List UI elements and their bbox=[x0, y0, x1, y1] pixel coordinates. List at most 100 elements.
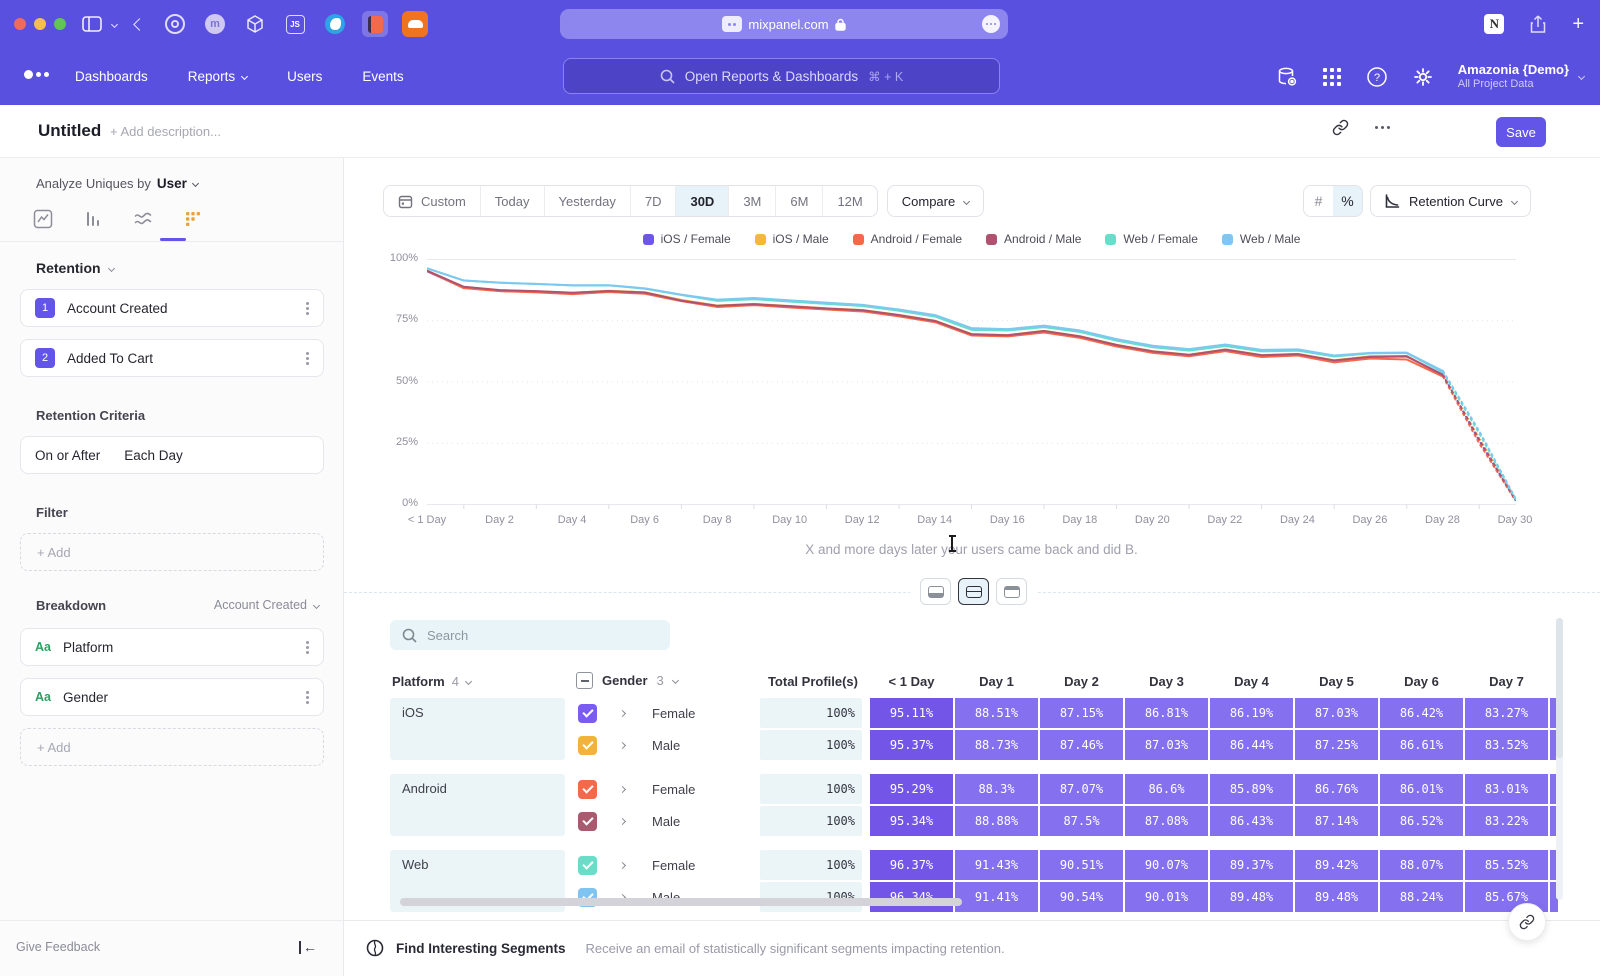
retention-cell[interactable]: 95.34% bbox=[870, 806, 953, 836]
retention-criteria-card[interactable]: On or After Each Day bbox=[20, 436, 324, 474]
retention-cell[interactable]: 86.61% bbox=[1380, 730, 1463, 760]
tab-insights-icon[interactable] bbox=[30, 206, 56, 232]
retention-cell[interactable]: 86.81% bbox=[1125, 698, 1208, 728]
retention-cell[interactable]: 87.07% bbox=[1040, 774, 1123, 804]
range-custom[interactable]: Custom bbox=[384, 186, 481, 216]
chart-only-view-button[interactable] bbox=[920, 578, 951, 605]
favicon-target-icon[interactable] bbox=[162, 11, 188, 37]
favicon-js-icon[interactable]: JS bbox=[282, 11, 308, 37]
expand-row-icon[interactable] bbox=[619, 709, 626, 716]
retention-cell[interactable]: 87.14% bbox=[1295, 806, 1378, 836]
series-checkbox[interactable] bbox=[578, 812, 597, 831]
favicon-active-tab-icon[interactable] bbox=[362, 11, 388, 37]
range-3m[interactable]: 3M bbox=[729, 186, 776, 216]
retention-cell[interactable]: 91.43% bbox=[955, 850, 1038, 880]
breakdown-card-platform[interactable]: Aa Platform bbox=[20, 628, 324, 666]
retention-cell[interactable]: 86.42% bbox=[1380, 698, 1463, 728]
legend-item[interactable]: Web / Male bbox=[1222, 232, 1300, 246]
url-bar[interactable]: mixpanel.com bbox=[560, 9, 1008, 39]
tab-funnels-icon[interactable] bbox=[80, 206, 106, 232]
platform-column-header[interactable]: Platform 4 bbox=[392, 674, 471, 689]
range-12m[interactable]: 12M bbox=[823, 186, 876, 216]
legend-item[interactable]: iOS / Male bbox=[755, 232, 829, 246]
data-management-icon[interactable] bbox=[1276, 66, 1298, 88]
find-segments-title[interactable]: Find Interesting Segments bbox=[396, 941, 566, 956]
retention-cell[interactable]: 87.15% bbox=[1040, 698, 1123, 728]
retention-cell[interactable]: 86.52% bbox=[1380, 806, 1463, 836]
range-6m[interactable]: 6M bbox=[776, 186, 823, 216]
legend-item[interactable]: Web / Female bbox=[1105, 232, 1197, 246]
favicon-globe-icon[interactable] bbox=[322, 11, 348, 37]
nav-users[interactable]: Users bbox=[287, 69, 322, 84]
breakdown-scope-selector[interactable]: Account Created bbox=[214, 598, 319, 612]
retention-cell[interactable]: 86.01% bbox=[1380, 774, 1463, 804]
criteria-mode[interactable]: On or After bbox=[35, 448, 100, 463]
retention-cell[interactable]: 89.42% bbox=[1295, 850, 1378, 880]
platform-cell[interactable]: Android bbox=[390, 774, 565, 836]
tab-flows-icon[interactable] bbox=[130, 206, 156, 232]
mixpanel-logo-icon[interactable] bbox=[24, 70, 49, 79]
range-today[interactable]: Today bbox=[481, 186, 545, 216]
retention-cell[interactable]: 86.76% bbox=[1295, 774, 1378, 804]
account-switcher[interactable]: Amazonia {Demo} All Project Data bbox=[1458, 62, 1584, 92]
browser-sidebar-icon[interactable] bbox=[82, 16, 102, 32]
legend-item[interactable]: iOS / Female bbox=[643, 232, 731, 246]
retention-cell[interactable]: 87.46% bbox=[1040, 730, 1123, 760]
retention-cell[interactable]: 87.03% bbox=[1295, 698, 1378, 728]
series-checkbox[interactable] bbox=[578, 856, 597, 875]
legend-item[interactable]: Android / Male bbox=[986, 232, 1081, 246]
global-search[interactable]: Open Reports & Dashboards ⌘ + K bbox=[563, 58, 1000, 94]
add-filter-button[interactable]: + Add bbox=[20, 533, 324, 571]
nav-dashboards[interactable]: Dashboards bbox=[75, 69, 148, 84]
breakdown-card-gender[interactable]: Aa Gender bbox=[20, 678, 324, 716]
close-window-button[interactable] bbox=[14, 18, 26, 30]
retention-cell[interactable]: 88.88% bbox=[955, 806, 1038, 836]
retention-cell[interactable]: 95.29% bbox=[870, 774, 953, 804]
retention-cell[interactable]: 88.24% bbox=[1380, 882, 1463, 912]
range-7d[interactable]: 7D bbox=[631, 186, 677, 216]
back-icon[interactable] bbox=[135, 20, 144, 29]
retention-cell[interactable]: 90.51% bbox=[1040, 850, 1123, 880]
vertical-scrollbar[interactable] bbox=[1556, 618, 1563, 900]
retention-cell[interactable]: 89.37% bbox=[1210, 850, 1293, 880]
copy-link-icon[interactable] bbox=[1332, 119, 1349, 136]
breakdown-menu-icon[interactable] bbox=[306, 696, 309, 699]
minimize-window-button[interactable] bbox=[34, 18, 46, 30]
more-options-icon[interactable] bbox=[1381, 126, 1385, 130]
retention-cell[interactable]: 91.41% bbox=[955, 882, 1038, 912]
maximize-window-button[interactable] bbox=[54, 18, 66, 30]
chart-type-selector[interactable]: Retention Curve bbox=[1370, 185, 1531, 217]
favicon-cloud-icon[interactable] bbox=[402, 11, 428, 37]
indeterminate-checkbox[interactable] bbox=[576, 672, 593, 689]
retention-cell[interactable]: 89.48% bbox=[1295, 882, 1378, 912]
retention-cell[interactable]: 86.44% bbox=[1210, 730, 1293, 760]
retention-cell[interactable]: 86.19% bbox=[1210, 698, 1293, 728]
give-feedback-link[interactable]: Give Feedback bbox=[16, 940, 100, 954]
retention-cell[interactable]: 87.03% bbox=[1125, 730, 1208, 760]
retention-cell[interactable]: 90.54% bbox=[1040, 882, 1123, 912]
horizontal-scrollbar[interactable] bbox=[400, 898, 962, 906]
retention-cell[interactable]: 88.51% bbox=[955, 698, 1038, 728]
expand-row-icon[interactable] bbox=[619, 741, 626, 748]
range-yesterday[interactable]: Yesterday bbox=[545, 186, 631, 216]
step-menu-icon[interactable] bbox=[306, 357, 309, 360]
retention-cell[interactable]: 83.52% bbox=[1465, 730, 1548, 760]
retention-cell[interactable]: 83.27% bbox=[1465, 698, 1548, 728]
retention-cell[interactable]: 87.08% bbox=[1125, 806, 1208, 836]
retention-cell[interactable]: 83.22% bbox=[1465, 806, 1548, 836]
save-button[interactable]: Save bbox=[1496, 117, 1546, 147]
unit-percent-button[interactable]: % bbox=[1333, 186, 1362, 216]
favicon-m-icon[interactable]: m bbox=[202, 11, 228, 37]
retention-section-header[interactable]: Retention bbox=[36, 260, 114, 276]
retention-cell[interactable]: 96.34% bbox=[870, 882, 953, 912]
gender-column-header[interactable]: Gender 3 bbox=[576, 672, 678, 689]
nav-reports[interactable]: Reports bbox=[188, 69, 247, 84]
collapse-sidebar-icon[interactable]: ← bbox=[299, 939, 317, 955]
share-icon[interactable] bbox=[1530, 15, 1546, 34]
expand-row-icon[interactable] bbox=[619, 817, 626, 824]
apps-grid-icon[interactable] bbox=[1322, 67, 1342, 87]
add-breakdown-button[interactable]: + Add bbox=[20, 728, 324, 766]
step-card-added-to-cart[interactable]: 2 Added To Cart bbox=[20, 339, 324, 377]
step-card-account-created[interactable]: 1 Account Created bbox=[20, 289, 324, 327]
report-description-placeholder[interactable]: + Add description... bbox=[110, 124, 221, 139]
